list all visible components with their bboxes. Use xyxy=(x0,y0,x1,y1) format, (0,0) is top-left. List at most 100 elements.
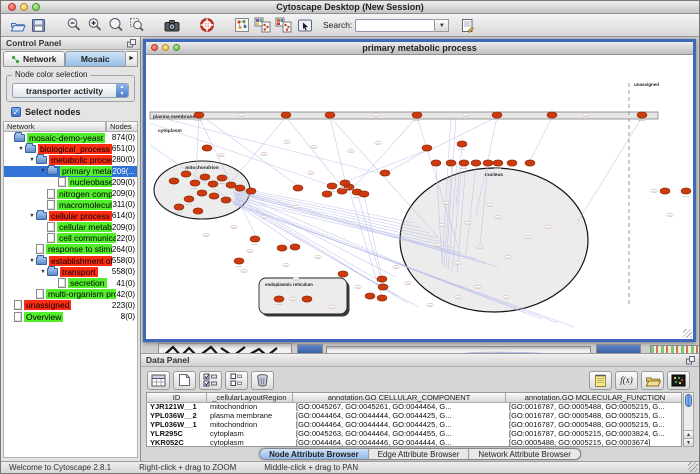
tree-row[interactable]: ▼biological_process651(0) xyxy=(4,143,137,154)
scroll-up-icon[interactable]: ▲ xyxy=(684,430,693,438)
network-node[interactable] xyxy=(492,112,502,118)
tree-row[interactable]: nucleobase-209(0) xyxy=(4,177,137,188)
network-node-unselected[interactable] xyxy=(290,297,296,301)
network-node-unselected[interactable] xyxy=(505,255,511,259)
scrollbar-thumb[interactable] xyxy=(685,394,692,407)
minimize-view-button[interactable] xyxy=(162,44,169,51)
network-node[interactable] xyxy=(197,190,207,196)
table-cell[interactable]: [GO:0044464, GO:0044444, GO:0044425, G..… xyxy=(293,421,506,430)
network-node[interactable] xyxy=(365,293,375,299)
network-node[interactable] xyxy=(302,296,312,302)
network-node[interactable] xyxy=(327,183,337,189)
network-node-unselected[interactable] xyxy=(261,215,267,219)
network-node-unselected[interactable] xyxy=(525,235,531,239)
table-cell[interactable]: [GO:0044464, GO:0044446, GO:0044444, G..… xyxy=(293,439,506,447)
network-node-unselected[interactable] xyxy=(393,265,399,269)
network-node[interactable] xyxy=(493,160,503,166)
network-node[interactable] xyxy=(200,174,210,180)
network-node[interactable] xyxy=(194,112,204,118)
network-node[interactable] xyxy=(483,160,493,166)
table-cell[interactable]: YJR121W__1 xyxy=(147,403,207,412)
table-cell[interactable]: [GO:0005488, GO:0005215, GO:0003674] xyxy=(506,439,682,447)
table-cell[interactable]: [GO:0044464, GO:0044444, GO:0044425, G..… xyxy=(293,412,506,421)
table-cell[interactable]: cytoplasm xyxy=(207,439,293,447)
network-node-unselected[interactable] xyxy=(308,171,314,175)
layout-icon[interactable] xyxy=(231,16,252,35)
tree-row[interactable]: secretion41(0) xyxy=(4,277,137,288)
network-node[interactable] xyxy=(169,178,179,184)
network-node-unselected[interactable] xyxy=(495,215,501,219)
network-node-unselected[interactable] xyxy=(231,225,237,229)
network-node[interactable] xyxy=(322,191,332,197)
tree-row[interactable]: ▼cellular process614(0) xyxy=(4,210,137,221)
table-vertical-scrollbar[interactable]: ▲ ▼ xyxy=(683,392,694,447)
tree-row[interactable]: macromolecule311(0) xyxy=(4,199,137,210)
network-node-unselected[interactable] xyxy=(247,249,253,253)
network-node[interactable] xyxy=(226,182,236,188)
table-cell[interactable]: plasma membrane xyxy=(207,412,293,421)
network-node-unselected[interactable] xyxy=(284,140,290,144)
network-node[interactable] xyxy=(193,208,203,214)
network-node-unselected[interactable] xyxy=(455,295,461,299)
network-node-unselected[interactable] xyxy=(455,261,461,265)
table-cell[interactable]: YLR295C xyxy=(147,430,207,439)
network-node-unselected[interactable] xyxy=(241,269,247,273)
table-column-header[interactable]: _cellularLayoutRegion xyxy=(207,393,293,403)
tree-row[interactable]: unassigned223(0) xyxy=(4,300,137,311)
network-node[interactable] xyxy=(174,204,184,210)
network-node[interactable] xyxy=(234,258,244,264)
network-node-unselected[interactable] xyxy=(545,225,551,229)
network-node[interactable] xyxy=(637,112,647,118)
zoom-view-button[interactable] xyxy=(173,44,180,51)
select-nodes-checkbox[interactable]: ✓ xyxy=(11,107,21,117)
formula-fx-icon[interactable]: f(x) xyxy=(615,371,638,390)
table-cell[interactable]: [GO:0016787, GO:0005488, GO:0005215, G..… xyxy=(506,403,682,412)
disclosure-triangle-icon[interactable]: ▼ xyxy=(28,213,36,219)
close-view-button[interactable] xyxy=(151,44,158,51)
network-node[interactable] xyxy=(209,193,219,199)
network-node[interactable] xyxy=(412,112,422,118)
network-node-unselected[interactable] xyxy=(463,113,469,117)
network-node[interactable] xyxy=(277,245,287,251)
table-cell[interactable]: YPL036W__1 xyxy=(147,421,207,430)
network-node-unselected[interactable] xyxy=(293,205,299,209)
network-node-unselected[interactable] xyxy=(315,255,321,259)
matrix-icon[interactable] xyxy=(667,371,690,390)
delete-attribute-icon[interactable] xyxy=(251,371,274,390)
tree-row[interactable]: ▼transport558(0) xyxy=(4,266,137,277)
tree-row[interactable]: ▼metabolic process280(0) xyxy=(4,154,137,165)
tree-row[interactable]: mosaic-demo-yeast874(0) xyxy=(4,132,137,143)
table-cell[interactable]: [GO:0045263, GO:0044464, GO:0044455, G..… xyxy=(293,430,506,439)
attribute-table[interactable]: ID_cellularLayoutRegionannotation.GO CEL… xyxy=(146,392,682,447)
network-node[interactable] xyxy=(290,244,300,250)
disclosure-triangle-icon[interactable]: ▼ xyxy=(28,157,36,163)
table-row[interactable]: YPL036W__1mitochondrion[GO:0044464, GO:0… xyxy=(147,421,681,430)
search-dropdown-icon[interactable]: ▼ xyxy=(435,19,449,32)
table-column-header[interactable]: ID xyxy=(147,393,207,403)
table-row[interactable]: YLR295Ccytoplasm[GO:0045263, GO:0044464,… xyxy=(147,430,681,439)
network-node[interactable] xyxy=(681,188,691,194)
tree-col-network[interactable]: Network xyxy=(3,121,106,132)
tree-row[interactable]: multi-organism pro42(0) xyxy=(4,289,137,300)
network-node-unselected[interactable] xyxy=(238,113,244,117)
select-mode-icon[interactable] xyxy=(294,16,315,35)
network-node[interactable] xyxy=(184,196,194,202)
network-node[interactable] xyxy=(377,276,387,282)
network-node[interactable] xyxy=(274,296,284,302)
network-canvas-svg[interactable]: plasma membranecytoplasmmitochondrionnuc… xyxy=(146,55,693,339)
network-node-unselected[interactable] xyxy=(375,141,381,145)
help-lifebuoy-icon[interactable] xyxy=(196,16,217,35)
network-node[interactable] xyxy=(660,188,670,194)
network-node[interactable] xyxy=(281,112,291,118)
tab-edge-attribute-browser[interactable]: Edge Attribute Browser xyxy=(369,449,470,459)
tab-network-attribute-browser[interactable]: Network Attribute Browser xyxy=(469,449,579,459)
network-node[interactable] xyxy=(459,160,469,166)
network-node-unselected[interactable] xyxy=(583,113,589,117)
minimize-window-button[interactable] xyxy=(20,3,28,11)
network-node-unselected[interactable] xyxy=(218,153,224,157)
tab-overflow-arrow[interactable]: ► xyxy=(126,51,138,67)
network-node[interactable] xyxy=(359,191,369,197)
network-node-unselected[interactable] xyxy=(283,263,289,267)
table-cell[interactable]: [GO:0016787, GO:0005488, GO:0005215, G..… xyxy=(506,412,682,421)
table-cell[interactable]: YPL036W__2 xyxy=(147,412,207,421)
